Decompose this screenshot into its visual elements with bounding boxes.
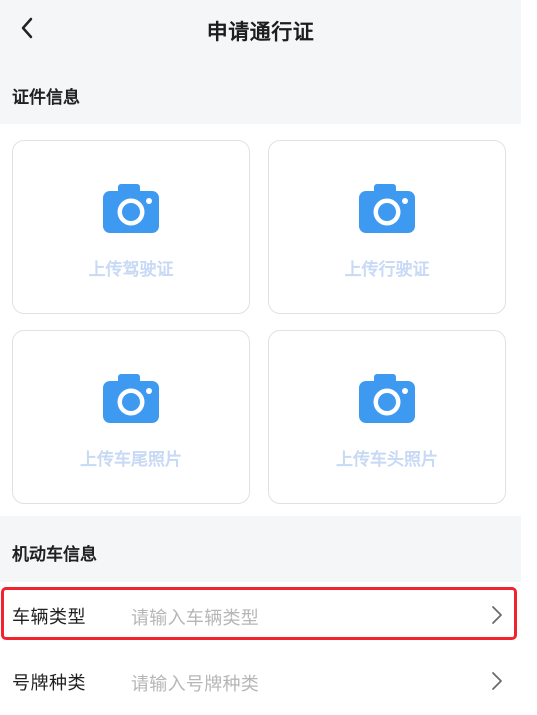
camera-icon xyxy=(101,181,161,235)
documents-section-header: 证件信息 xyxy=(0,58,521,122)
documents-section-title: 证件信息 xyxy=(12,88,80,108)
vehicle-type-placeholder: 请输入车辆类型 xyxy=(131,608,260,629)
right-edge-strip xyxy=(521,0,537,715)
upload-vehicle-license-label: 上传行驶证 xyxy=(344,260,430,280)
page-title: 申请通行证 xyxy=(206,20,315,44)
upload-vehicle-license-card[interactable]: 上传行驶证 xyxy=(268,140,506,314)
upload-rear-photo-card[interactable]: 上传车尾照片 xyxy=(12,330,250,504)
chevron-right-icon xyxy=(492,672,502,690)
upload-front-photo-label: 上传车头照片 xyxy=(336,450,438,470)
document-upload-grid: 上传驾驶证 上传行驶证 上传车尾照片 上传车头照片 xyxy=(0,124,521,516)
vehicle-type-row[interactable]: 车辆类型 请输入车辆类型 xyxy=(0,582,521,649)
page-header: 申请通行证 xyxy=(0,0,521,58)
upload-driver-license-label: 上传驾驶证 xyxy=(88,260,174,280)
camera-icon xyxy=(357,181,417,235)
vehicle-section-header: 机动车信息 xyxy=(0,516,521,582)
vehicle-type-label: 车辆类型 xyxy=(12,607,86,628)
plate-type-row[interactable]: 号牌种类 请输入号牌种类 xyxy=(0,648,521,714)
vehicle-info-list: 车辆类型 请输入车辆类型 号牌种类 请输入号牌种类 xyxy=(0,582,521,715)
chevron-right-icon xyxy=(492,606,502,624)
upload-rear-photo-label: 上传车尾照片 xyxy=(80,450,182,470)
plate-type-label: 号牌种类 xyxy=(12,673,86,694)
camera-icon xyxy=(101,371,161,425)
upload-front-photo-card[interactable]: 上传车头照片 xyxy=(268,330,506,504)
vehicle-section-title: 机动车信息 xyxy=(12,545,97,565)
upload-driver-license-card[interactable]: 上传驾驶证 xyxy=(12,140,250,314)
plate-type-placeholder: 请输入号牌种类 xyxy=(131,674,260,695)
application-page: 申请通行证 证件信息 上传驾驶证 上传行驶证 上传车尾照片 上传车头照片 机动车… xyxy=(0,0,537,715)
camera-icon xyxy=(357,371,417,425)
